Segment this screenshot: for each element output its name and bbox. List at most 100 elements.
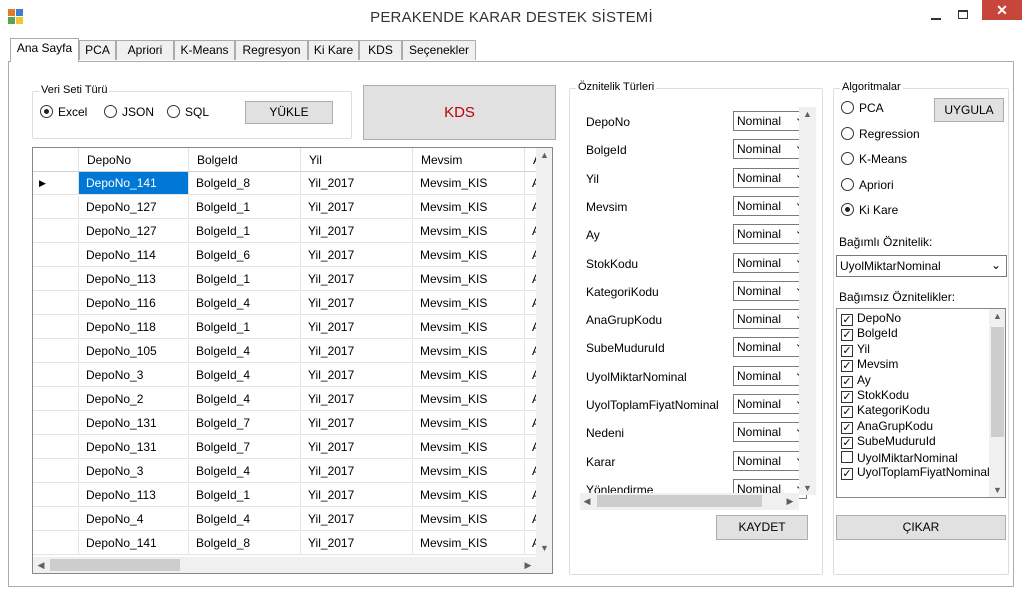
table-cell[interactable]: Yil_2017 [301, 316, 413, 339]
row-header[interactable] [33, 484, 79, 507]
table-cell[interactable]: BolgeId_1 [189, 316, 301, 339]
kds-button[interactable]: KDS [363, 85, 556, 140]
table-row[interactable]: DepoNo_114BolgeId_6Yil_2017Mevsim_KISAy [33, 244, 552, 267]
table-cell[interactable]: Mevsim_KIS [413, 268, 525, 291]
tab-pca[interactable]: PCA [79, 40, 116, 60]
table-cell[interactable]: Mevsim_KIS [413, 484, 525, 507]
checklist-item[interactable]: UyolMiktarNominal [841, 450, 958, 464]
table-cell[interactable]: Yil_2017 [301, 388, 413, 411]
table-row[interactable]: DepoNo_127BolgeId_1Yil_2017Mevsim_KISAy [33, 196, 552, 219]
table-cell[interactable]: BolgeId_1 [189, 220, 301, 243]
checklist-item[interactable]: ✓ Mevsim [841, 358, 898, 373]
table-cell[interactable]: DepoNo_141 [79, 172, 189, 195]
table-cell[interactable]: Mevsim_KIS [413, 364, 525, 387]
row-header[interactable] [33, 244, 79, 267]
maximize-button[interactable] [951, 6, 975, 26]
radio-regression[interactable]: Regression [841, 126, 920, 141]
close-button[interactable]: ✕ [982, 0, 1022, 20]
attribute-type-select[interactable]: Nominal [733, 309, 807, 330]
table-row[interactable]: DepoNo_105BolgeId_4Yil_2017Mevsim_KISAy [33, 340, 552, 363]
table-row[interactable]: ▶DepoNo_141BolgeId_8Yil_2017Mevsim_KISAy [33, 172, 552, 195]
checklist-item[interactable]: ✓ Ay [841, 374, 871, 388]
table-cell[interactable]: Mevsim_KIS [413, 532, 525, 555]
table-row[interactable]: DepoNo_113BolgeId_1Yil_2017Mevsim_KISAy [33, 268, 552, 291]
scroll-down-icon[interactable]: ▼ [989, 485, 1005, 495]
row-header[interactable] [33, 220, 79, 243]
radio-json[interactable]: JSON [104, 105, 154, 119]
grid-vertical-scrollbar[interactable]: ▲ ▼ [536, 148, 552, 557]
checkbox-checked-icon[interactable]: ✓ [841, 375, 853, 388]
save-button[interactable]: KAYDET [716, 515, 808, 540]
row-header[interactable] [33, 412, 79, 435]
table-cell[interactable]: DepoNo_105 [79, 340, 189, 363]
scroll-thumb[interactable] [50, 559, 180, 571]
attribute-type-select[interactable]: Nominal [733, 195, 807, 216]
dependent-select[interactable]: UyolMiktarNominal ⌄ [836, 255, 1007, 277]
table-cell[interactable]: Yil_2017 [301, 532, 413, 555]
table-cell[interactable]: Mevsim_KIS [413, 412, 525, 435]
attribute-type-select[interactable]: Nominal [733, 365, 807, 386]
table-cell[interactable]: Mevsim_KIS [413, 172, 525, 195]
table-row[interactable]: DepoNo_2BolgeId_4Yil_2017Mevsim_KISAy [33, 388, 552, 411]
table-cell[interactable]: Yil_2017 [301, 508, 413, 531]
table-cell[interactable]: Yil_2017 [301, 292, 413, 315]
scroll-up-icon[interactable]: ▲ [536, 150, 552, 160]
row-header[interactable] [33, 196, 79, 219]
attribute-type-select[interactable]: Nominal [733, 422, 807, 443]
table-cell[interactable]: BolgeId_8 [189, 532, 301, 555]
table-cell[interactable]: BolgeId_4 [189, 508, 301, 531]
radio-pca[interactable]: PCA [841, 101, 884, 115]
table-cell[interactable]: BolgeId_4 [189, 364, 301, 387]
table-cell[interactable]: Yil_2017 [301, 364, 413, 387]
checklist-item[interactable]: ✓ BolgeId [841, 327, 898, 342]
table-row[interactable]: DepoNo_131BolgeId_7Yil_2017Mevsim_KISAy [33, 436, 552, 459]
attribute-type-select[interactable]: Nominal [733, 167, 807, 188]
checkbox-checked-icon[interactable]: ✓ [841, 329, 853, 342]
table-cell[interactable]: Yil_2017 [301, 340, 413, 363]
scroll-up-icon[interactable]: ▲ [799, 109, 816, 119]
checklist-scrollbar[interactable]: ▲ ▼ [989, 309, 1005, 497]
table-cell[interactable]: BolgeId_7 [189, 412, 301, 435]
load-button[interactable]: YÜKLE [245, 101, 333, 124]
table-row[interactable]: DepoNo_118BolgeId_1Yil_2017Mevsim_KISAy [33, 316, 552, 339]
scroll-right-icon[interactable]: ▶ [523, 560, 533, 571]
checklist-item[interactable]: ✓ SubeMuduruId [841, 435, 936, 450]
scroll-thumb[interactable] [991, 327, 1004, 437]
table-row[interactable]: DepoNo_4BolgeId_4Yil_2017Mevsim_KISAy [33, 508, 552, 531]
remove-button[interactable]: ÇIKAR [836, 515, 1006, 540]
independent-checklist[interactable]: ✓ DepoNo ✓ BolgeId ✓ Yil ✓ Mevsim ✓ Ay ✓ StokKodu ✓ K… [836, 308, 1006, 498]
table-cell[interactable]: Mevsim_KIS [413, 316, 525, 339]
tab-kds[interactable]: KDS [359, 40, 402, 60]
checklist-item[interactable]: ✓ DepoNo [841, 312, 901, 326]
table-cell[interactable]: BolgeId_7 [189, 436, 301, 459]
attribute-horizontal-scrollbar[interactable]: ◀ ▶ [580, 493, 799, 510]
table-cell[interactable]: BolgeId_1 [189, 268, 301, 291]
table-cell[interactable]: Mevsim_KIS [413, 508, 525, 531]
checkbox-checked-icon[interactable]: ✓ [841, 391, 853, 403]
radio-sql[interactable]: SQL [167, 105, 209, 119]
table-cell[interactable]: BolgeId_4 [189, 292, 301, 315]
checklist-item[interactable]: ✓ UyolToplamFiyatNominal [841, 466, 990, 480]
checklist-item[interactable]: ✓ AnaGrupKodu [841, 420, 933, 434]
table-row[interactable]: DepoNo_131BolgeId_7Yil_2017Mevsim_KISAy [33, 412, 552, 435]
attribute-vertical-scrollbar[interactable]: ▲ ▼ [799, 107, 816, 495]
table-cell[interactable]: BolgeId_6 [189, 244, 301, 267]
radio-k-means[interactable]: K-Means [841, 152, 907, 166]
table-row[interactable]: DepoNo_3BolgeId_4Yil_2017Mevsim_KISAy [33, 460, 552, 483]
scroll-left-icon[interactable]: ◀ [582, 496, 592, 507]
row-header[interactable] [33, 460, 79, 483]
table-cell[interactable]: DepoNo_131 [79, 412, 189, 435]
checklist-item[interactable]: ✓ Yil [841, 343, 870, 357]
column-header[interactable]: Mevsim [413, 148, 525, 172]
row-header[interactable] [33, 364, 79, 387]
table-cell[interactable]: Yil_2017 [301, 436, 413, 459]
checkbox-checked-icon[interactable]: ✓ [841, 437, 853, 450]
table-row[interactable]: DepoNo_113BolgeId_1Yil_2017Mevsim_KISAy [33, 484, 552, 507]
table-cell[interactable]: Mevsim_KIS [413, 388, 525, 411]
table-cell[interactable]: Mevsim_KIS [413, 436, 525, 459]
scroll-down-icon[interactable]: ▼ [799, 483, 816, 493]
row-header[interactable] [33, 316, 79, 339]
tab-k-means[interactable]: K-Means [174, 40, 235, 60]
table-cell[interactable]: DepoNo_131 [79, 436, 189, 459]
column-header[interactable]: BolgeId [189, 148, 301, 172]
